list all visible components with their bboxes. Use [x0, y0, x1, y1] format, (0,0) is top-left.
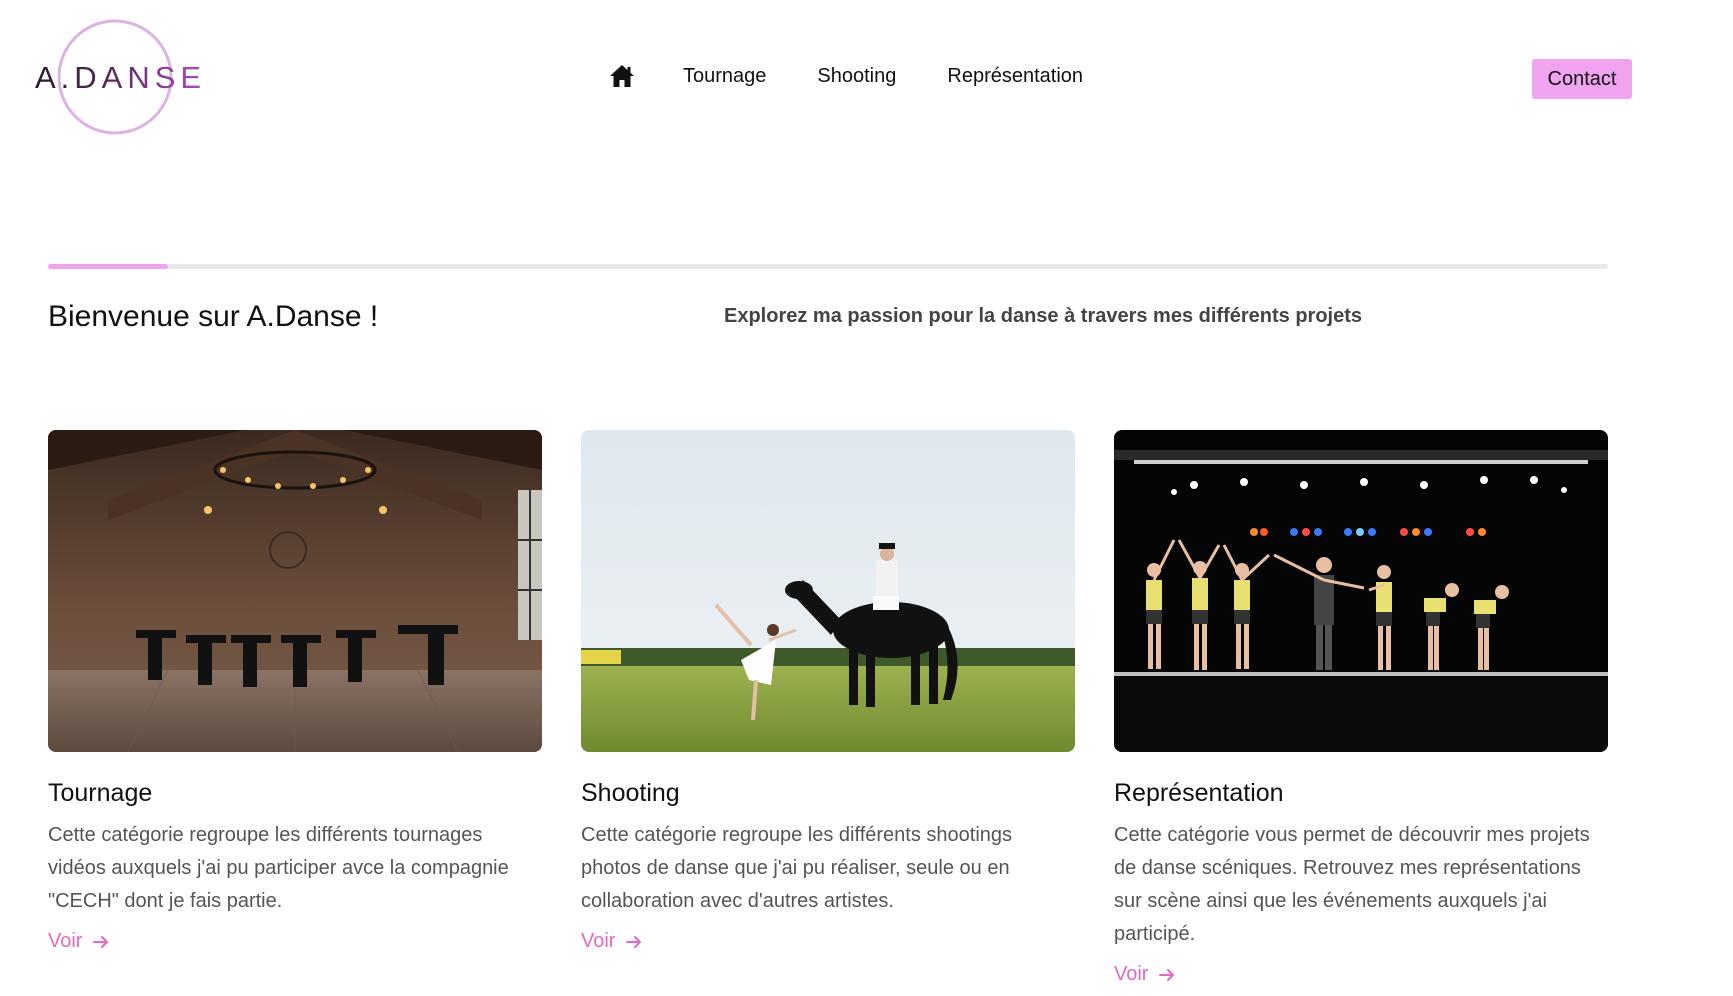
card-see-link[interactable]: Voir — [1114, 963, 1176, 986]
card-title: Représentation — [1114, 779, 1284, 807]
card-description: Cette catégorie regroupe les différents … — [581, 824, 1013, 912]
card-link-label: Voir — [581, 930, 616, 952]
brand-logo[interactable]: A.DANSE — [33, 19, 203, 137]
card-title: Shooting — [581, 779, 680, 807]
card-link-label: Voir — [1114, 963, 1149, 985]
nav-link-representation[interactable]: Représentation — [947, 64, 1083, 88]
contact-button[interactable]: Contact — [1532, 59, 1632, 99]
card-description: Cette catégorie regroupe les différents … — [48, 824, 509, 912]
card-representation: Représentation Cette catégorie vous perm… — [1114, 430, 1608, 986]
arrow-right-icon — [626, 935, 642, 948]
card-image-representation[interactable] — [1114, 430, 1608, 752]
card-link-label: Voir — [48, 930, 83, 952]
card-image-tournage[interactable] — [48, 430, 542, 752]
home-icon[interactable] — [609, 64, 635, 88]
card-image-shooting[interactable] — [581, 430, 1075, 752]
scroll-progress-fill — [48, 264, 169, 269]
page: A.DANSE Tournage Shooting Représentation… — [0, 0, 1733, 996]
card-description: Cette catégorie vous permet de découvrir… — [1114, 824, 1590, 945]
card-see-link[interactable]: Voir — [48, 930, 110, 953]
scroll-progress-bar — [48, 264, 1608, 269]
nav-link-shooting[interactable]: Shooting — [817, 64, 896, 88]
nav-link-tournage[interactable]: Tournage — [683, 64, 766, 88]
card-tournage: Tournage Cette catégorie regroupe les di… — [48, 430, 542, 953]
main-nav: Tournage Shooting Représentation — [609, 64, 1134, 88]
card-title: Tournage — [48, 779, 153, 807]
welcome-subtitle: Explorez ma passion pour la danse à trav… — [724, 305, 1362, 327]
card-see-link[interactable]: Voir — [581, 930, 643, 953]
logo-text: A.DANSE — [35, 60, 203, 95]
logo-circle-graphic: A.DANSE — [35, 19, 203, 135]
arrow-right-icon — [1159, 968, 1175, 981]
arrow-right-icon — [93, 935, 109, 948]
welcome-title: Bienvenue sur A.Danse ! — [48, 300, 379, 333]
card-shooting: Shooting Cette catégorie regroupe les di… — [581, 430, 1075, 953]
